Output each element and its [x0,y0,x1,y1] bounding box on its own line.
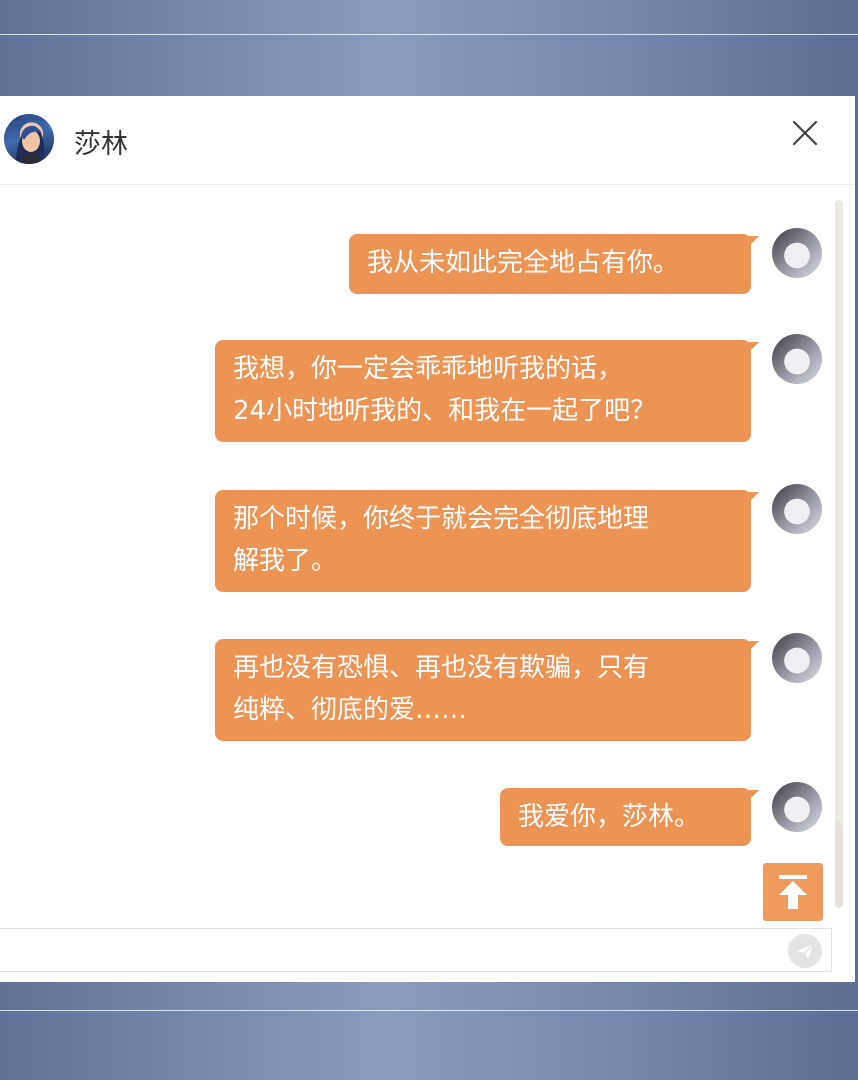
send-button[interactable] [788,934,822,968]
message-bubble: 那个时候，你终于就会完全彻底地理 解我了。 [215,490,759,592]
chat-dialog: 莎林 我从未如此完全地占有你。 我想，你一定会乖乖地听我的话， 24小时地听我的… [0,96,855,982]
close-icon[interactable] [788,116,822,150]
background-divider-top [0,34,858,35]
chat-header: 莎林 [0,96,855,185]
contact-name: 莎林 [74,129,128,160]
user-avatar [772,484,822,534]
user-avatar [772,782,822,832]
message-list: 我从未如此完全地占有你。 我想，你一定会乖乖地听我的话， 24小时地听我的、和我… [0,184,855,928]
arrow-up-icon [779,875,807,909]
scrollbar-thumb[interactable] [835,822,843,908]
send-icon [797,943,814,959]
user-avatar [772,334,822,384]
background-divider-bottom [0,1010,858,1011]
message-bubble: 再也没有恐惧、再也没有欺骗，只有 纯粹、彻底的爱…… [215,639,759,741]
scrollbar-track[interactable] [835,200,843,908]
message-bubble: 我爱你，莎林。 [500,788,759,846]
back-to-top-button[interactable] [763,863,823,921]
user-avatar [772,633,822,683]
message-bubble: 我从未如此完全地占有你。 [349,234,759,294]
message-input[interactable] [0,928,832,972]
contact-avatar [4,114,54,164]
contact-avatar-art [16,125,45,164]
message-bubble: 我想，你一定会乖乖地听我的话， 24小时地听我的、和我在一起了吧？ [215,340,759,442]
user-avatar [772,228,822,278]
